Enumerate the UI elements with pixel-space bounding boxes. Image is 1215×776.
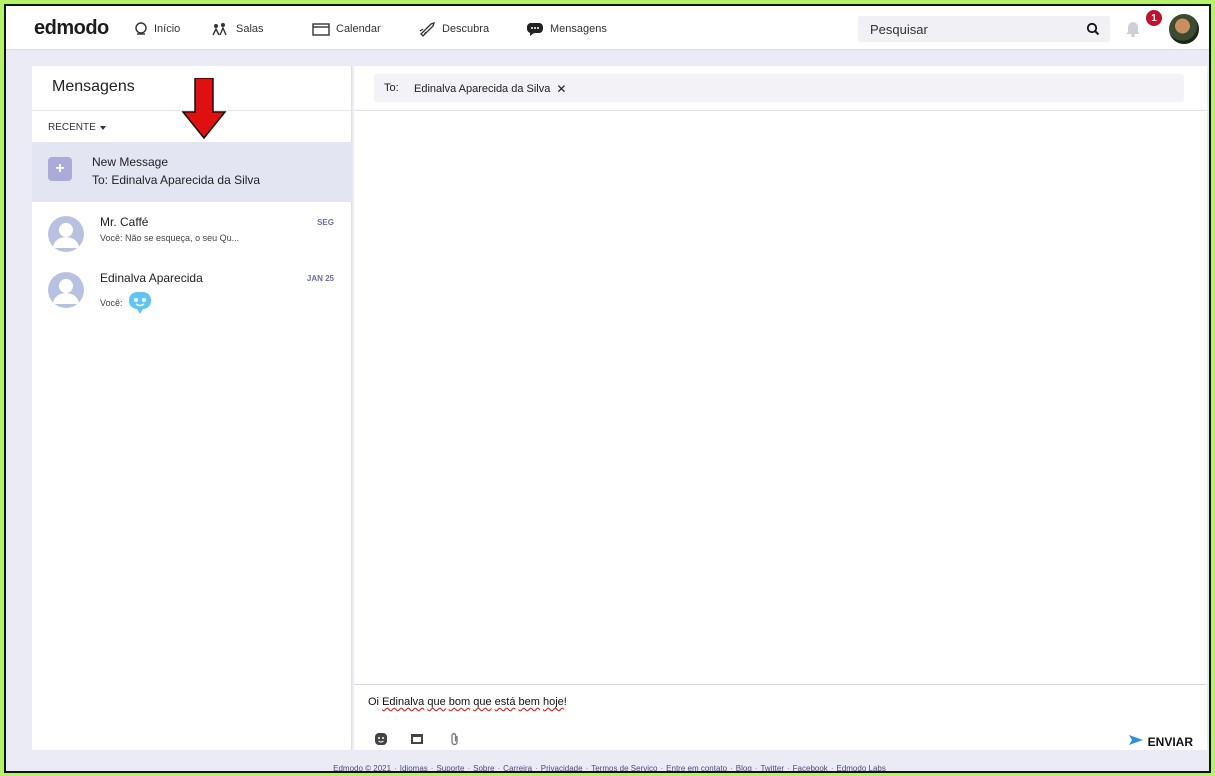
emoji-icon[interactable] xyxy=(374,732,388,751)
arrow-down-icon xyxy=(181,77,227,145)
nav-label: Descubra xyxy=(442,23,490,35)
default-avatar-icon xyxy=(48,272,84,308)
footer-link[interactable]: Idiomas xyxy=(400,764,428,771)
footer-link[interactable]: Privacidade xyxy=(541,764,583,771)
user-avatar[interactable] xyxy=(1167,12,1201,46)
footer-links: Edmodo © 2021 · Idiomas · Suporte · Sobre · Carr… xyxy=(6,764,1209,773)
text-segment: hoje xyxy=(542,696,564,708)
conversation-preview: Você: xyxy=(100,289,153,317)
app-window: edmodo Início Salas Calendar Descubra Me… xyxy=(4,4,1211,773)
send-label: ENVIAR xyxy=(1147,734,1193,749)
footer-link[interactable]: Blog xyxy=(736,764,752,771)
text-segment: Oi xyxy=(368,696,383,708)
footer-separator: · xyxy=(585,764,589,773)
footer-link[interactable]: Sobre xyxy=(473,764,494,771)
nav-label: Calendar xyxy=(336,23,381,35)
message-icon xyxy=(526,22,544,36)
plus-icon: + xyxy=(48,157,72,181)
text-segment: bem xyxy=(518,696,540,708)
text-segment: bom xyxy=(448,696,471,708)
search-box xyxy=(858,16,1110,42)
conversation-preview: Você: Não se esqueça, o seu Qu... xyxy=(100,233,240,243)
nav-item-inicio[interactable]: Início xyxy=(134,20,180,38)
nav-item-mensagens[interactable]: Mensagens xyxy=(526,20,607,38)
search-input[interactable] xyxy=(870,19,1070,39)
footer-link[interactable]: Edmodo Labs xyxy=(836,764,885,771)
text-segment: Edinalva xyxy=(382,696,425,708)
sidebar-title: Mensagens xyxy=(52,78,135,95)
footer-link[interactable]: Entre em contato xyxy=(666,764,727,771)
top-nav: edmodo Início Salas Calendar Descubra Me… xyxy=(6,6,1209,50)
send-arrow-icon xyxy=(1128,734,1144,749)
filter-label: RECENTE xyxy=(48,122,96,133)
calendar-icon xyxy=(312,22,330,36)
footer-link[interactable]: Twitter xyxy=(760,764,784,771)
footer-separator: · xyxy=(830,764,834,773)
text-segment: que xyxy=(473,696,492,708)
footer-separator: · xyxy=(660,764,664,773)
conversation-item[interactable]: Edinalva Aparecida JAN 25 Você: xyxy=(32,264,352,320)
nav-item-descubra[interactable]: Descubra xyxy=(418,20,489,38)
footer-copyright: Edmodo © 2021 xyxy=(333,764,392,773)
home-icon xyxy=(134,22,148,36)
default-avatar-icon xyxy=(48,216,84,252)
conversation-date: SEG xyxy=(317,218,334,227)
attachment-icon[interactable] xyxy=(448,732,462,751)
recipient-chip: Edinalva Aparecida da Silva ✕ xyxy=(414,82,566,96)
library-icon[interactable] xyxy=(410,732,424,751)
preview-label: Você: xyxy=(100,298,123,308)
nav-label: Mensagens xyxy=(550,23,607,35)
nav-item-calendar[interactable]: Calendar xyxy=(312,20,381,38)
footer-separator: · xyxy=(430,764,434,773)
nav-item-salas[interactable]: Salas xyxy=(212,20,264,38)
footer-separator: · xyxy=(467,764,471,773)
caret-down-icon xyxy=(99,125,106,130)
edmodo-logo[interactable]: edmodo xyxy=(34,17,109,40)
divider xyxy=(354,684,1207,685)
recipient-field[interactable]: To: Edinalva Aparecida da Silva ✕ xyxy=(374,74,1184,102)
nav-label: Início xyxy=(154,23,181,35)
conversation-name: Edinalva Aparecida xyxy=(100,271,203,285)
sticker-icon xyxy=(127,289,153,317)
new-message-item[interactable]: + New Message To: Edinalva Aparecida da … xyxy=(32,142,352,202)
footer-link[interactable]: Facebook xyxy=(793,764,828,771)
conversation-name: Mr. Caffé xyxy=(100,215,149,229)
conversations-sidebar: Mensagens RECENTE + New Message To: Edin… xyxy=(32,66,352,750)
to-label: To: xyxy=(384,82,399,94)
footer-link[interactable]: Carreira xyxy=(503,764,532,771)
send-button[interactable]: ENVIAR xyxy=(1128,734,1193,749)
footer-link[interactable]: Termos de Serviço xyxy=(591,764,657,771)
footer-separator: · xyxy=(730,764,733,773)
text-segment: que xyxy=(427,696,446,708)
recipient-name: Edinalva Aparecida da Silva xyxy=(414,83,551,95)
text-segment: ! xyxy=(563,696,567,708)
notifications-bell-icon[interactable] xyxy=(1124,18,1142,43)
conversation-item[interactable]: Mr. Caffé SEG Você: Não se esqueça, o se… xyxy=(32,208,352,264)
message-input[interactable]: Oi Edinalva que bom que está bem hoje! xyxy=(368,696,567,708)
rocket-icon xyxy=(418,21,436,37)
classes-icon xyxy=(212,22,230,36)
new-message-title: New Message xyxy=(92,155,169,169)
footer-separator: · xyxy=(754,764,758,773)
divider xyxy=(354,110,1207,111)
message-panel: To: Edinalva Aparecida da Silva ✕ Oi Edi… xyxy=(354,66,1207,750)
nav-label: Salas xyxy=(236,23,264,35)
recent-filter-dropdown[interactable]: RECENTE xyxy=(48,122,106,133)
text-segment: está xyxy=(494,696,516,708)
footer-separator: · xyxy=(497,764,501,773)
close-icon[interactable]: ✕ xyxy=(556,82,566,96)
footer-separator: · xyxy=(394,764,397,773)
footer-separator: · xyxy=(787,764,790,773)
conversation-date: JAN 25 xyxy=(306,274,334,283)
search-icon[interactable] xyxy=(1086,22,1100,41)
new-message-recipient: To: Edinalva Aparecida da Silva xyxy=(92,173,261,187)
notification-badge: 1 xyxy=(1146,10,1162,26)
footer-link[interactable]: Suporte xyxy=(436,764,464,771)
footer-separator: · xyxy=(535,764,538,773)
